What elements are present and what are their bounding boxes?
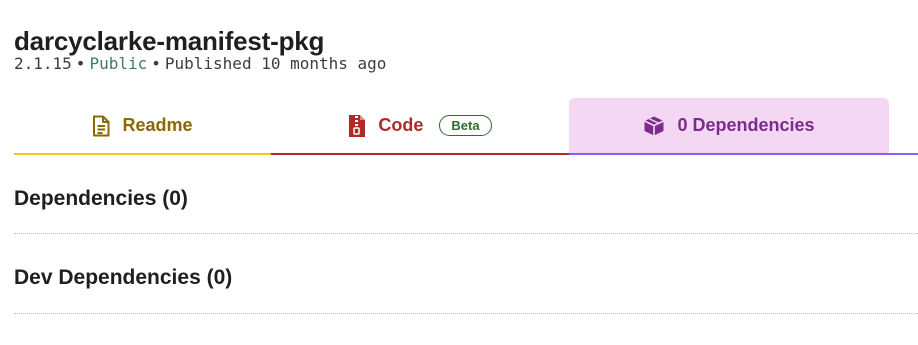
readme-file-icon [92, 115, 110, 137]
beta-badge: Beta [439, 115, 492, 136]
package-tabs: Readme Code Beta 0 Dependencies [14, 98, 918, 156]
package-title: darcyclarke-manifest-pkg [14, 26, 325, 57]
dependencies-section: Dependencies (0) [14, 187, 918, 234]
tab-dependencies-label: 0 Dependencies [677, 115, 815, 135]
meta-separator: • [151, 54, 161, 73]
zip-file-icon [348, 114, 366, 138]
package-version: 2.1.15 [14, 54, 72, 73]
dev-dependencies-section: Dev Dependencies (0) [14, 266, 918, 314]
package-published: Published 10 months ago [164, 54, 387, 73]
tab-code-label: Code [378, 115, 424, 135]
dev-dependencies-heading: Dev Dependencies (0) [14, 266, 233, 289]
tab-readme[interactable]: Readme [14, 98, 271, 155]
package-box-icon [643, 115, 665, 137]
tab-code[interactable]: Code Beta [271, 98, 569, 155]
package-meta: 2.1.15 • Public • Published 10 months ago [14, 54, 386, 73]
package-visibility: Public [89, 54, 148, 73]
meta-separator: • [75, 54, 86, 73]
tab-readme-label: Readme [122, 115, 193, 135]
tab-dependencies[interactable]: 0 Dependencies [569, 98, 889, 155]
dependencies-heading: Dependencies (0) [14, 187, 188, 210]
tabs-underline-tail [889, 153, 918, 155]
